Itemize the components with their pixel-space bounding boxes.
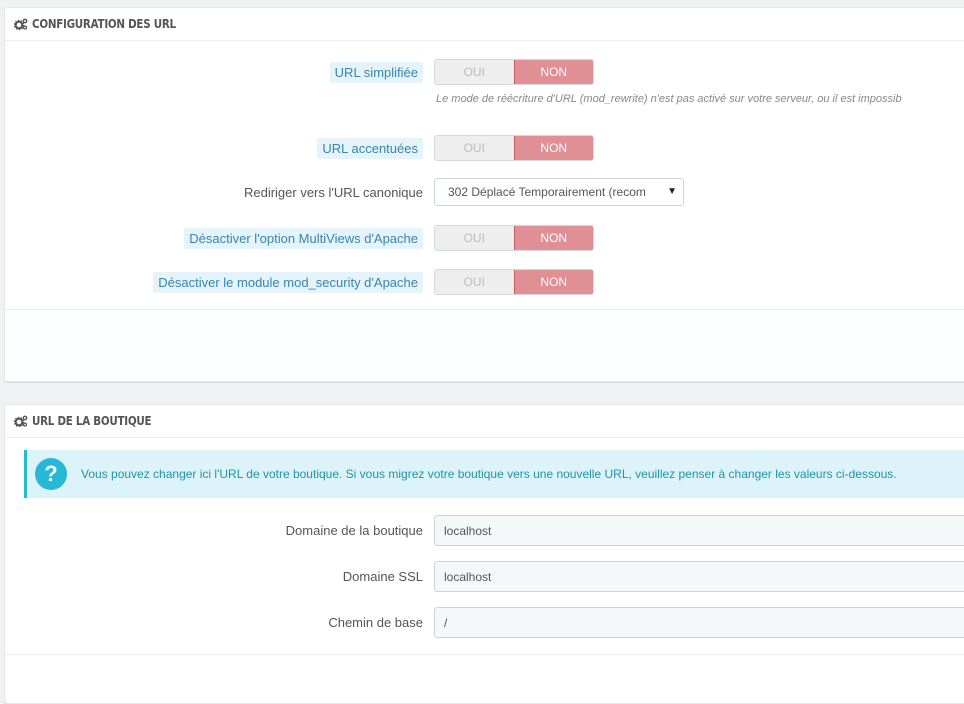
- canonique-label: Rediriger vers l'URL canonique: [243, 184, 423, 200]
- mod-security-no[interactable]: NON: [513, 270, 593, 294]
- mod-security-label: Désactiver le module mod_security d'Apac…: [153, 269, 423, 295]
- divider: [5, 654, 964, 655]
- url-accentuees-switch[interactable]: OUI NON: [434, 135, 594, 161]
- multiviews-switch[interactable]: OUI NON: [434, 225, 594, 251]
- url-accentuees-label: URL accentuées: [317, 135, 423, 161]
- chemin-label: Chemin de base: [328, 615, 423, 630]
- mod-security-yes[interactable]: OUI: [435, 270, 514, 294]
- panel-title: CONFIGURATION DES URL: [32, 17, 176, 31]
- url-accentuees-no[interactable]: NON: [513, 136, 593, 160]
- panel-heading-shop-url: URL DE LA BOUTIQUE: [5, 405, 964, 438]
- cogs-icon: [14, 18, 28, 30]
- panel-heading-url-configuration: CONFIGURATION DES URL: [5, 8, 964, 41]
- multiviews-no[interactable]: NON: [513, 226, 593, 250]
- chemin-input[interactable]: /: [434, 607, 964, 638]
- domaine-ssl-label: Domaine SSL: [342, 569, 423, 584]
- url-simplifiee-no[interactable]: NON: [513, 60, 593, 84]
- mod-security-switch[interactable]: OUI NON: [434, 269, 594, 295]
- url-accentuees-yes[interactable]: OUI: [435, 136, 514, 160]
- url-simplifiee-label: URL simplifiée: [329, 59, 423, 85]
- domaine-input[interactable]: localhost: [434, 515, 964, 546]
- cogs-icon: [14, 415, 28, 427]
- canonique-select-value: 302 Déplacé Temporairement (recom: [448, 185, 646, 199]
- multiviews-yes[interactable]: OUI: [435, 226, 514, 250]
- caret-down-icon: ▼: [667, 186, 677, 197]
- domaine-ssl-input[interactable]: localhost: [434, 561, 964, 592]
- multiviews-label: Désactiver l'option MultiViews d'Apache: [184, 225, 423, 251]
- info-alert: ? Vous pouvez changer ici l'URL de votre…: [24, 450, 964, 498]
- question-circle-icon: ?: [35, 458, 67, 490]
- url-simplifiee-switch[interactable]: OUI NON: [434, 59, 594, 85]
- url-configuration-panel: CONFIGURATION DES URL URL simplifiée OUI…: [4, 7, 964, 382]
- panel-title: URL DE LA BOUTIQUE: [32, 414, 152, 428]
- shop-url-panel: URL DE LA BOUTIQUE ? Vous pouvez changer…: [4, 404, 964, 704]
- canonique-select[interactable]: 302 Déplacé Temporairement (recom ▼: [434, 178, 684, 206]
- panel-footer: [5, 309, 964, 381]
- domaine-label: Domaine de la boutique: [285, 523, 423, 538]
- url-simplifiee-yes[interactable]: OUI: [435, 60, 514, 84]
- url-simplifiee-help: Le mode de réécriture d'URL (mod_rewrite…: [436, 93, 902, 105]
- info-alert-text: Vous pouvez changer ici l'URL de votre b…: [81, 467, 897, 481]
